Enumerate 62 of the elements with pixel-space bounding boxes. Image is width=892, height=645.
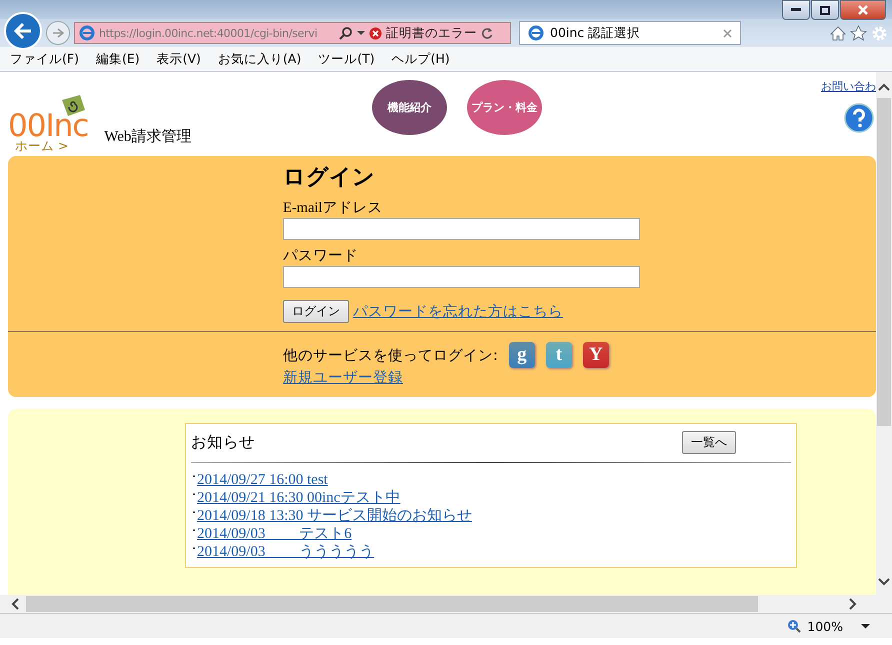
social-login-button[interactable]: Y <box>582 342 609 368</box>
refresh-icon[interactable] <box>481 27 493 39</box>
help-icon[interactable] <box>844 103 874 133</box>
register-link[interactable]: 新規ユーザー登録 <box>283 368 403 387</box>
search-icon[interactable] <box>339 26 353 40</box>
star-icon[interactable] <box>850 25 867 41</box>
zoom-icon[interactable] <box>787 619 802 633</box>
bullet: ･ <box>191 489 197 501</box>
news-link[interactable]: 2014/09/03 ううううう <box>197 543 374 561</box>
maximize-button[interactable] <box>811 0 839 20</box>
news-link[interactable]: 2014/09/18 13:30 サービス開始のお知らせ <box>197 507 472 525</box>
dropdown-icon[interactable] <box>357 30 365 36</box>
browser-tab[interactable]: 00inc 認証選択 <box>519 21 741 45</box>
social-login-button[interactable]: g <box>508 342 535 368</box>
bullet: ･ <box>191 471 197 483</box>
email-field[interactable] <box>283 218 640 240</box>
bullet: ･ <box>191 507 197 519</box>
menu-item[interactable]: ファイル(F) <box>10 50 79 68</box>
minimize-icon <box>791 8 801 12</box>
zoom-level[interactable]: 100% <box>807 618 843 634</box>
url-text: https://login.00inc.net:40001/cgi-bin/servi <box>99 26 318 40</box>
maximize-icon <box>820 6 830 14</box>
scroll-left-icon[interactable] <box>10 598 20 610</box>
arrow-left-icon <box>14 23 32 39</box>
site-title: Web請求管理 <box>104 128 192 146</box>
certificate-error-text[interactable]: 証明書のエラー <box>386 24 477 42</box>
menu-item[interactable]: 編集(E) <box>96 50 140 68</box>
close-button[interactable] <box>840 0 886 20</box>
news-link[interactable]: 2014/09/27 16:00 test <box>197 471 328 489</box>
nav-button[interactable]: プラン・料金 <box>467 80 542 135</box>
menu-item[interactable]: ツール(T) <box>318 50 375 68</box>
news-link[interactable]: 2014/09/21 16:30 00incテスト中 <box>197 489 400 507</box>
home-icon[interactable] <box>830 26 846 40</box>
scrollbar-thumb[interactable] <box>877 98 891 426</box>
arrow-right-icon <box>52 28 64 38</box>
error-icon <box>369 26 382 40</box>
menu-item[interactable]: 表示(V) <box>156 50 201 68</box>
forgot-password-link[interactable]: パスワードを忘れた方はこちら <box>353 302 563 321</box>
bullet: ･ <box>191 525 197 537</box>
scroll-right-icon[interactable] <box>848 598 858 610</box>
password-field[interactable] <box>283 266 640 288</box>
dropdown-icon[interactable] <box>861 623 870 629</box>
login-button[interactable]: ログイン <box>283 300 349 323</box>
password-label: パスワード <box>283 247 358 265</box>
menu-item[interactable]: お気に入り(A) <box>218 50 302 68</box>
scrollbar-thumb[interactable] <box>26 596 758 612</box>
email-label: E-mailアドレス <box>283 199 382 217</box>
minimize-button[interactable] <box>782 0 810 20</box>
scroll-up-icon[interactable] <box>878 82 890 92</box>
scroll-down-icon[interactable] <box>878 577 890 587</box>
view-all-button[interactable]: 一覧へ <box>682 430 736 454</box>
address-bar[interactable]: https://login.00inc.net:40001/cgi-bin/servi 証明書のエラー <box>74 22 511 44</box>
contact-link[interactable]: お問い合わ <box>821 79 876 94</box>
nav-button[interactable]: 機能紹介 <box>372 80 447 135</box>
close-icon[interactable] <box>723 28 732 38</box>
close-icon <box>858 5 868 15</box>
social-login-label: 他のサービスを使ってログイン: <box>283 346 498 364</box>
login-title: ログイン <box>283 164 375 192</box>
news-title: お知らせ <box>191 432 255 452</box>
menu-item[interactable]: ヘルプ(H) <box>392 50 450 68</box>
news-link[interactable]: 2014/09/03 テスト6 <box>197 525 352 543</box>
bullet: ･ <box>191 543 197 555</box>
